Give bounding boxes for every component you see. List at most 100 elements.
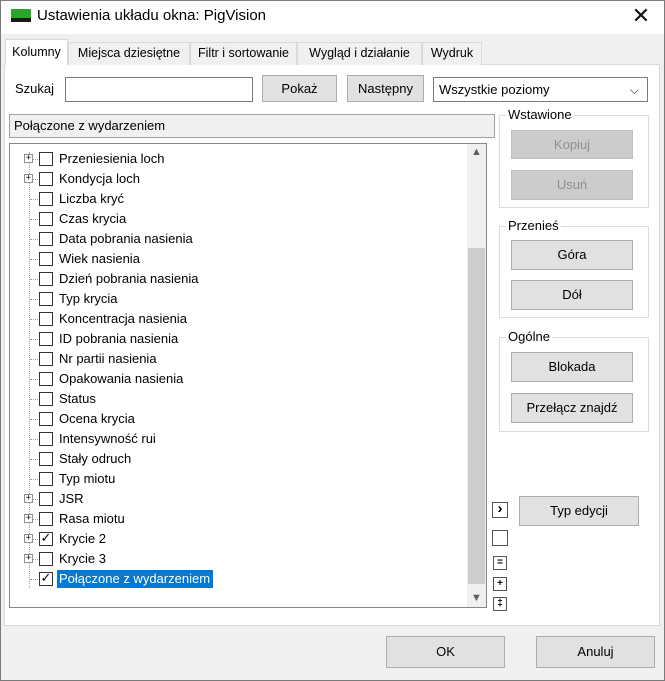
tree-item[interactable]: Typ krycia — [10, 289, 465, 309]
tree-item-label: Dzień pobrania nasienia — [59, 271, 199, 286]
tree-item-checkbox[interactable] — [39, 392, 53, 406]
expand-plus-icon[interactable]: + — [24, 534, 33, 543]
tree-item[interactable]: Status — [10, 389, 465, 409]
scroll-down-icon[interactable]: ▼ — [467, 590, 486, 607]
tree-item[interactable]: Wiek nasienia — [10, 249, 465, 269]
tree-item[interactable]: + ✓ Krycie 2 — [10, 529, 465, 549]
tree-item-checkbox[interactable] — [39, 472, 53, 486]
tree-item-label: Liczba kryć — [59, 191, 125, 206]
tree-vertical-scrollbar[interactable]: ▲ ▼ — [467, 144, 486, 607]
tree-item[interactable]: + Krycie 3 — [10, 549, 465, 569]
expand-plus-icon[interactable]: + — [24, 154, 33, 163]
expand-plus-icon[interactable]: + — [24, 514, 33, 523]
tree-item-checkbox[interactable] — [39, 272, 53, 286]
tree-item-checkbox[interactable]: ✓ — [39, 532, 53, 546]
tab-filtr-i-sortowanie[interactable]: Filtr i sortowanie — [190, 42, 297, 65]
level-select-value: Wszystkie poziomy — [439, 82, 550, 97]
tree-item-checkbox[interactable] — [39, 292, 53, 306]
tree-item[interactable]: Koncentracja nasienia — [10, 309, 465, 329]
tree-item-label: Rasa miotu — [59, 511, 125, 526]
column-tree[interactable]: + Przeniesienia loch + Kondycja loch Liczba … — [9, 143, 487, 608]
edit-type-button[interactable]: Typ edycji — [519, 496, 639, 526]
tree-branch-line — [30, 299, 38, 300]
tree-item[interactable]: ✓ Połączone z wydarzeniem — [10, 569, 465, 589]
scrollbar-thumb[interactable] — [468, 248, 485, 584]
tree-item-checkbox[interactable] — [39, 152, 53, 166]
tree-item-checkbox[interactable] — [39, 512, 53, 526]
cancel-button[interactable]: Anuluj — [536, 636, 655, 668]
tree-branch-line — [30, 259, 38, 260]
inserted-group-title: Wstawione — [506, 107, 574, 122]
general-group-title: Ogólne — [506, 329, 552, 344]
tree-item[interactable]: Czas krycia — [10, 209, 465, 229]
expand-plus-icon[interactable]: + — [24, 174, 33, 183]
next-button[interactable]: Następny — [347, 75, 424, 102]
tree-item-checkbox[interactable]: ✓ — [39, 572, 53, 586]
search-input[interactable] — [65, 77, 253, 102]
tree-item-checkbox[interactable] — [39, 312, 53, 326]
close-icon[interactable]: ✕ — [620, 2, 662, 32]
tree-item[interactable]: Stały odruch — [10, 449, 465, 469]
tree-item[interactable]: ID pobrania nasienia — [10, 329, 465, 349]
tree-item[interactable]: Data pobrania nasienia — [10, 229, 465, 249]
tree-item-label: Typ miotu — [59, 471, 116, 486]
expand-button[interactable]: + — [493, 577, 507, 591]
tree-item-checkbox[interactable] — [39, 192, 53, 206]
tree-item-checkbox[interactable] — [39, 372, 53, 386]
tree-item-checkbox[interactable] — [39, 332, 53, 346]
delete-button[interactable]: Usuń — [511, 170, 633, 200]
copy-button[interactable]: Kopiuj — [511, 130, 633, 159]
tree-item[interactable]: Intensywność rui — [10, 429, 465, 449]
collapse-all-button[interactable]: = — [493, 556, 507, 570]
tree-item-checkbox[interactable] — [39, 172, 53, 186]
tree-item-label: JSR — [59, 491, 84, 506]
tree-branch-line — [30, 199, 38, 200]
tree-item-checkbox[interactable] — [39, 232, 53, 246]
expand-plus-icon[interactable]: + — [24, 554, 33, 563]
toggle-found-button[interactable]: Przełącz znajdź — [511, 393, 633, 423]
tree-item-checkbox[interactable] — [39, 212, 53, 226]
tree-item-checkbox[interactable] — [39, 452, 53, 466]
tree-branch-line — [30, 379, 38, 380]
tab-kolumny[interactable]: Kolumny — [5, 39, 68, 65]
move-group-title: Przenieś — [506, 218, 561, 233]
expand-plus-icon[interactable]: + — [24, 494, 33, 503]
tab-wyglad-i-dzialanie[interactable]: Wygląd i działanie — [297, 42, 422, 65]
level-select[interactable]: Wszystkie poziomy ⌵ — [433, 77, 648, 102]
move-right-button[interactable]: › — [492, 501, 508, 518]
tab-wydruk[interactable]: Wydruk — [422, 42, 482, 65]
tree-item[interactable]: + Rasa miotu — [10, 509, 465, 529]
move-down-button[interactable]: Dół — [511, 280, 633, 310]
tree-item[interactable]: Opakowania nasienia — [10, 369, 465, 389]
ok-button[interactable]: OK — [386, 636, 505, 668]
lock-button[interactable]: Blokada — [511, 352, 633, 382]
tree-item-checkbox[interactable] — [39, 432, 53, 446]
move-up-button[interactable]: Góra — [511, 240, 633, 270]
tree-item[interactable]: Liczba kryć — [10, 189, 465, 209]
chevron-down-icon: ⌵ — [629, 83, 639, 97]
tab-miejsca-dziesietne[interactable]: Miejsca dziesiętne — [68, 42, 190, 65]
tree-item[interactable]: Dzień pobrania nasienia — [10, 269, 465, 289]
scroll-up-icon[interactable]: ▲ — [467, 144, 486, 161]
tree-item-checkbox[interactable] — [39, 552, 53, 566]
tree-branch-line — [30, 399, 38, 400]
tree-item[interactable]: + JSR — [10, 489, 465, 509]
tree-branch-line — [30, 419, 38, 420]
checkmark-icon: ✓ — [40, 531, 52, 546]
selected-column-bar: Połączone z wydarzeniem — [9, 114, 495, 138]
tree-item[interactable]: Nr partii nasienia — [10, 349, 465, 369]
pigvision-app-icon — [11, 9, 31, 22]
tree-item-checkbox[interactable] — [39, 492, 53, 506]
tree-branch-line — [30, 239, 38, 240]
expand-all-button[interactable]: ‡ — [493, 597, 507, 611]
tree-item[interactable]: + Kondycja loch — [10, 169, 465, 189]
tree-item-checkbox[interactable] — [39, 412, 53, 426]
tree-item[interactable]: Typ miotu — [10, 469, 465, 489]
tree-item[interactable]: Ocena krycia — [10, 409, 465, 429]
tree-item-checkbox[interactable] — [39, 252, 53, 266]
tree-item-checkbox[interactable] — [39, 352, 53, 366]
blank-checkbox-button[interactable] — [492, 530, 508, 546]
tree-item[interactable]: + Przeniesienia loch — [10, 149, 465, 169]
tree-item-label: Czas krycia — [59, 211, 127, 226]
show-button[interactable]: Pokaż — [262, 75, 337, 102]
